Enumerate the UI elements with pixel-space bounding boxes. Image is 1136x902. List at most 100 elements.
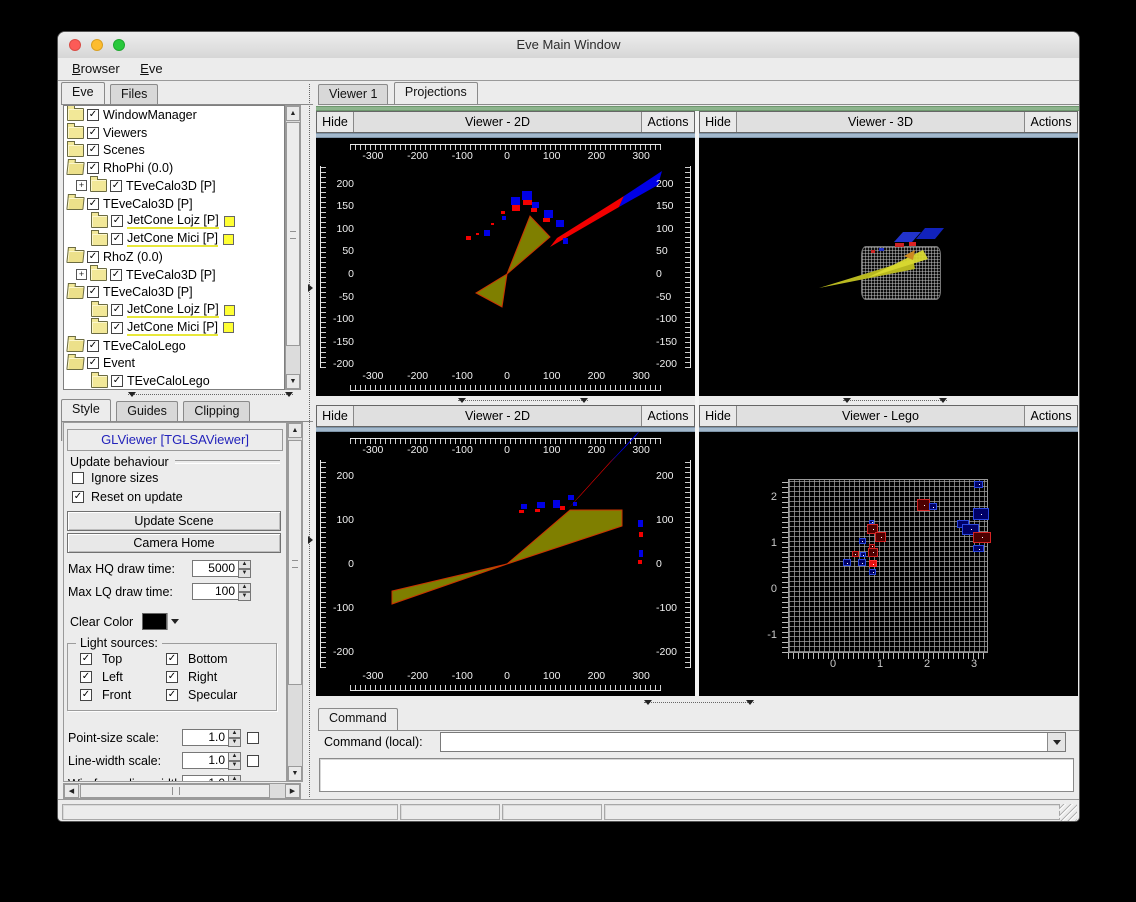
light-source-row[interactable]: ✓ Bottom [166,652,270,666]
light-source-row[interactable]: ✓ Front [80,688,166,702]
tree-item-checkbox[interactable]: ✓ [87,357,99,370]
tree-item-label[interactable]: Viewers [103,126,147,140]
hide-button[interactable]: Hide [317,112,354,132]
scroll-up-arrow[interactable]: ▲ [288,423,302,438]
tab-files[interactable]: Files [110,84,159,104]
viewer-row-splitter[interactable] [458,398,588,403]
tree-item-label[interactable]: Scenes [103,143,145,157]
ignore-sizes-row[interactable]: Ignore sizes [72,471,158,485]
tree-item[interactable]: + ✓ TEveCalo3D [P] [64,176,284,195]
resize-grip[interactable] [1059,804,1077,821]
tree-expander-icon[interactable]: + [76,269,87,281]
tree-item-checkbox[interactable]: ✓ [87,108,99,121]
light-source-checkbox[interactable]: ✓ [166,653,178,665]
point-size-input[interactable]: 1.0 [182,729,228,746]
tree-item-checkbox[interactable]: ✓ [87,339,99,352]
tree-vscrollbar[interactable]: ▲ ▼ [285,105,301,390]
tree-item-label[interactable]: TEveCalo3D [P] [103,197,193,211]
tree-item[interactable]: ✓ JetCone Mici [P] [64,229,284,248]
line-width-checkbox[interactable] [247,754,259,767]
scroll-down-arrow[interactable]: ▼ [286,374,300,389]
tree-item-checkbox[interactable]: ✓ [87,126,99,139]
tab-command[interactable]: Command [318,708,398,730]
tree-item-checkbox[interactable]: ✓ [111,233,123,246]
light-source-checkbox[interactable]: ✓ [166,671,178,683]
tab-projections[interactable]: Projections [393,82,478,104]
title-bar[interactable]: Eve Main Window [58,32,1079,59]
max-hq-input[interactable]: 5000 [192,560,238,577]
light-source-checkbox[interactable]: ✓ [80,653,92,665]
tree-item-label[interactable]: JetCone Mici [P] [127,320,219,336]
tree-item[interactable]: ✓ JetCone Mici [P] [64,318,284,337]
scrollbar-thumb[interactable] [288,440,302,685]
hide-button[interactable]: Hide [700,406,737,426]
tree-item[interactable]: ✓ WindowManager [64,106,284,124]
tree-item-label[interactable]: TEveCalo3D [P] [103,285,193,299]
actions-button[interactable]: Actions [1024,406,1077,426]
tree-item-label[interactable]: RhoPhi (0.0) [103,161,173,175]
tree-item[interactable]: ✓ TEveCalo3D [P] [64,284,284,302]
tab-guides[interactable]: Guides [116,401,178,421]
scrollbar-thumb[interactable] [286,122,300,346]
left-hscrollbar[interactable]: ◀ ▶ [63,783,301,799]
tree-item[interactable]: ✓ JetCone Lojz [P] [64,211,284,231]
color-tag-icon[interactable] [223,322,235,334]
tree-item-checkbox[interactable]: ✓ [87,286,99,299]
scroll-up-arrow[interactable]: ▲ [286,106,300,121]
spin-up[interactable]: ▲ [228,775,241,781]
clear-color-swatch[interactable] [142,613,167,630]
scrollbar-thumb[interactable] [80,784,270,798]
point-size-checkbox[interactable] [247,731,259,744]
style-vscrollbar[interactable]: ▲ ▼ [287,422,303,782]
ignore-sizes-checkbox[interactable] [72,472,84,484]
tree-item-label[interactable]: JetCone Lojz [P] [127,213,219,230]
tree-item-label[interactable]: RhoZ (0.0) [103,250,163,264]
wireframe-input[interactable]: 1.0 [182,775,228,781]
tree-item-checkbox[interactable]: ✓ [111,375,123,388]
tree-item[interactable]: + ✓ TEveCalo3D [P] [64,265,284,284]
tree-item-checkbox[interactable]: ✓ [87,144,99,157]
color-tag-icon[interactable] [223,304,235,316]
tree-item[interactable]: ✓ Viewers [64,123,284,142]
scroll-right-arrow[interactable]: ▶ [285,784,300,798]
command-splitter[interactable] [644,700,754,705]
gl-viewport-rhoz[interactable]: -300 -300 -200 -200 -100 -100 0 0 100 100 200 200 30… [316,432,695,696]
reset-on-update-checkbox[interactable]: ✓ [72,491,84,503]
menu-eve[interactable]: Eve [132,58,170,76]
light-source-row[interactable]: ✓ Specular [166,688,270,702]
hide-button[interactable]: Hide [317,406,354,426]
tab-clipping[interactable]: Clipping [183,401,251,421]
actions-button[interactable]: Actions [641,406,694,426]
tree-item-checkbox[interactable]: ✓ [87,250,99,263]
viewer-row-splitter[interactable] [843,398,947,403]
tree-item[interactable]: ✓ TEveCaloLego [64,337,284,355]
light-source-checkbox[interactable]: ✓ [80,689,92,701]
tree-splitter[interactable] [128,392,293,397]
max-lq-input[interactable]: 100 [192,583,238,600]
clear-color-dropdown[interactable] [167,613,181,630]
tree-item-label[interactable]: TEveCaloLego [103,339,186,353]
tree-item[interactable]: ✓ TEveCalo3D [P] [64,195,284,213]
spin-up[interactable]: ▲ [228,752,241,761]
tree-item-label[interactable]: TEveCaloLego [127,374,210,388]
camera-home-button[interactable]: Camera Home [67,533,281,553]
tree-item-checkbox[interactable]: ✓ [111,304,123,317]
tree-item-checkbox[interactable]: ✓ [87,197,99,210]
tree-expander-icon[interactable]: + [76,180,87,192]
tree-item-label[interactable]: TEveCalo3D [P] [126,268,216,282]
spin-up[interactable]: ▲ [228,729,241,738]
tree-item-checkbox[interactable]: ✓ [110,179,122,192]
tree-item-label[interactable]: WindowManager [103,108,197,122]
gl-viewport-rhophi[interactable]: -300 -300 -200 -200 -100 -100 0 0 100 100 200 200 30… [316,138,695,396]
command-input-combobox[interactable] [440,732,1066,752]
eve-scene-tree[interactable]: ✓ WindowManager ✓ Viewers ✓ Scenes ✓ RhoPhi (0.… [63,105,285,390]
tree-item[interactable]: ✓ RhoPhi (0.0) [64,159,284,177]
tab-viewer-1[interactable]: Viewer 1 [318,84,389,104]
line-width-input[interactable]: 1.0 [182,752,228,769]
light-source-row[interactable]: ✓ Top [80,652,166,666]
reset-on-update-row[interactable]: ✓ Reset on update [72,490,183,504]
scroll-left-arrow[interactable]: ◀ [64,784,79,798]
menu-browser[interactable]: Browser [64,58,128,76]
combobox-dropdown-button[interactable] [1047,733,1065,751]
tree-item[interactable]: ✓ Scenes [64,140,284,160]
